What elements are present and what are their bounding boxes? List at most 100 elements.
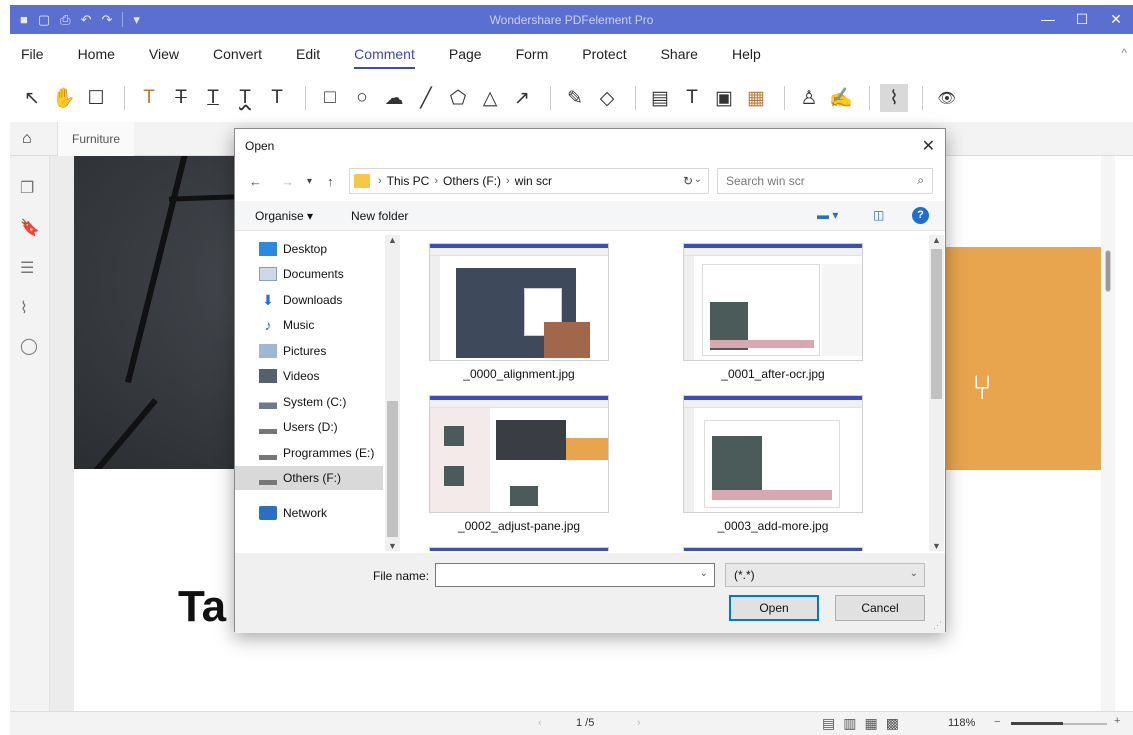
polygon-icon[interactable]: ⬠ <box>444 84 472 112</box>
file-thumbnail[interactable] <box>683 243 863 361</box>
polyline-icon[interactable]: △ <box>476 84 504 112</box>
menu-view[interactable]: View <box>149 42 179 66</box>
eraser-icon[interactable]: ◇ <box>593 84 621 112</box>
scroll-down-icon[interactable]: ▼ <box>932 541 941 551</box>
search-icon[interactable]: ⌕ <box>917 173 924 188</box>
back-arrow-icon[interactable]: ← <box>249 174 262 189</box>
help-icon[interactable]: ? <box>912 207 929 224</box>
thumbnails-icon[interactable]: ❐ <box>20 178 34 198</box>
bookmarks-icon[interactable]: 🔖 <box>20 218 40 238</box>
rectangle-icon[interactable]: □ <box>316 84 344 112</box>
sticky-note-icon[interactable]: ☐ <box>82 84 110 112</box>
forward-arrow-icon[interactable]: → <box>281 174 294 189</box>
highlight-icon[interactable]: T <box>135 84 163 112</box>
menu-convert[interactable]: Convert <box>213 42 262 66</box>
attachments-icon[interactable]: ⌇ <box>20 298 28 318</box>
signature-icon[interactable]: ✍ <box>827 84 855 112</box>
customize-quick-access-icon[interactable]: ▾ <box>133 12 140 28</box>
breadcrumb-this-pc[interactable]: This PC <box>387 174 430 188</box>
grid-page-icon[interactable]: ▩ <box>886 715 899 732</box>
nav-item-system-c[interactable]: System (C:) <box>259 390 399 414</box>
document-scrollbar[interactable] <box>1101 156 1115 711</box>
file-type-dropdown-icon[interactable]: ⌄ <box>910 568 918 579</box>
nav-item-downloads[interactable]: ⬇ Downloads <box>259 288 399 312</box>
comments-icon[interactable]: ☰ <box>20 258 34 278</box>
menu-help[interactable]: Help <box>732 42 761 66</box>
two-page-icon[interactable]: ▦ <box>864 715 877 732</box>
scroll-down-icon[interactable]: ▼ <box>388 541 397 551</box>
file-name-input[interactable]: ⌄ <box>435 563 715 587</box>
next-page-button[interactable]: › <box>637 717 641 729</box>
recent-locations-icon[interactable]: ▾ <box>307 176 312 187</box>
menu-file[interactable]: File <box>21 42 44 66</box>
refresh-icon[interactable]: ↻ <box>683 174 693 188</box>
line-icon[interactable]: ╱ <box>412 84 440 112</box>
stamp-icon[interactable]: ♙ <box>795 84 823 112</box>
nav-item-desktop[interactable]: Desktop <box>259 237 399 261</box>
organise-button[interactable]: Organise ▾ <box>255 209 313 223</box>
nav-item-pictures[interactable]: Pictures <box>259 339 399 363</box>
nav-item-programmes-e[interactable]: Programmes (E:) <box>259 441 399 465</box>
menu-form[interactable]: Form <box>516 42 549 66</box>
undo-icon[interactable]: ↶ <box>81 12 92 28</box>
file-type-select[interactable]: (*.*) ⌄ <box>725 563 925 587</box>
zoom-out-button[interactable]: − <box>994 716 1000 728</box>
preview-pane-icon[interactable]: ◫ <box>873 208 884 222</box>
nav-item-documents[interactable]: Documents <box>259 262 399 286</box>
strikethrough-icon[interactable]: T <box>167 84 195 112</box>
file-thumbnail[interactable] <box>683 395 863 513</box>
menu-comment[interactable]: Comment <box>354 42 415 69</box>
attach-file-icon[interactable]: ⌇ <box>880 84 908 112</box>
file-thumbnail[interactable] <box>683 547 863 551</box>
oval-icon[interactable]: ○ <box>348 84 376 112</box>
scroll-up-icon[interactable]: ▲ <box>388 235 397 245</box>
cloud-icon[interactable]: ☁ <box>380 84 408 112</box>
address-bar[interactable]: › This PC › Others (F:) › win scr ⌄ <box>349 168 709 194</box>
app-logo-icon[interactable]: ■ <box>20 12 28 27</box>
search-panel-icon[interactable]: ◯ <box>20 336 38 356</box>
squiggly-icon[interactable]: T <box>231 84 259 112</box>
tab-furniture[interactable]: Furniture <box>57 122 135 156</box>
select-tool-icon[interactable]: ↖ <box>18 84 46 112</box>
single-page-icon[interactable]: ▤ <box>822 715 835 732</box>
menu-page[interactable]: Page <box>449 42 482 66</box>
menu-protect[interactable]: Protect <box>582 42 626 66</box>
navigation-pane-scrollbar[interactable]: ▲ ▼ <box>385 235 400 551</box>
file-name-label[interactable]: _0002_adjust-pane.jpg <box>419 519 619 533</box>
page-number[interactable]: 1 /5 <box>576 717 594 729</box>
new-folder-button[interactable]: New folder <box>351 209 408 223</box>
file-thumbnail[interactable] <box>429 243 609 361</box>
area-highlight-icon[interactable]: ▦ <box>742 84 770 112</box>
cancel-button[interactable]: Cancel <box>835 595 925 621</box>
change-view-icon[interactable]: ▬ ▾ <box>817 208 838 222</box>
file-name-label[interactable]: _0000_alignment.jpg <box>419 367 619 381</box>
home-icon[interactable]: ⌂ <box>22 130 32 148</box>
nav-item-others-f[interactable]: Others (F:) <box>235 466 383 490</box>
file-thumbnail[interactable] <box>429 547 609 551</box>
hide-comments-icon[interactable]: 👁 <box>933 84 961 112</box>
breadcrumb-win-scr[interactable]: win scr <box>515 174 552 188</box>
scrollbar-thumb[interactable] <box>931 249 942 399</box>
open-button[interactable]: Open <box>729 595 819 621</box>
nav-item-network[interactable]: Network <box>259 501 399 525</box>
minimize-button[interactable]: — <box>1031 5 1065 34</box>
zoom-in-button[interactable]: + <box>1114 715 1120 727</box>
address-dropdown-icon[interactable]: ⌄ <box>694 174 702 185</box>
text-callout-icon[interactable]: ▣ <box>710 84 738 112</box>
nav-item-videos[interactable]: Videos <box>259 364 399 388</box>
save-icon[interactable]: ▢ <box>38 12 50 28</box>
maximize-button[interactable]: ☐ <box>1065 5 1099 34</box>
file-name-dropdown-icon[interactable]: ⌄ <box>700 568 708 579</box>
previous-page-button[interactable]: ‹ <box>538 717 542 729</box>
search-input[interactable]: Search win scr ⌕ <box>717 168 933 194</box>
scroll-up-icon[interactable]: ▲ <box>932 235 941 245</box>
file-name-label[interactable]: _0003_add-more.jpg <box>673 519 873 533</box>
resize-grip-icon[interactable]: ⋰ <box>933 620 942 631</box>
menu-edit[interactable]: Edit <box>296 42 320 66</box>
typewriter-icon[interactable]: T <box>678 84 706 112</box>
zoom-slider[interactable] <box>1011 722 1107 725</box>
menu-share[interactable]: Share <box>661 42 698 66</box>
scrollbar-thumb[interactable] <box>387 401 398 537</box>
nav-item-users-d[interactable]: Users (D:) <box>259 415 399 439</box>
redo-icon[interactable]: ↷ <box>101 12 112 28</box>
